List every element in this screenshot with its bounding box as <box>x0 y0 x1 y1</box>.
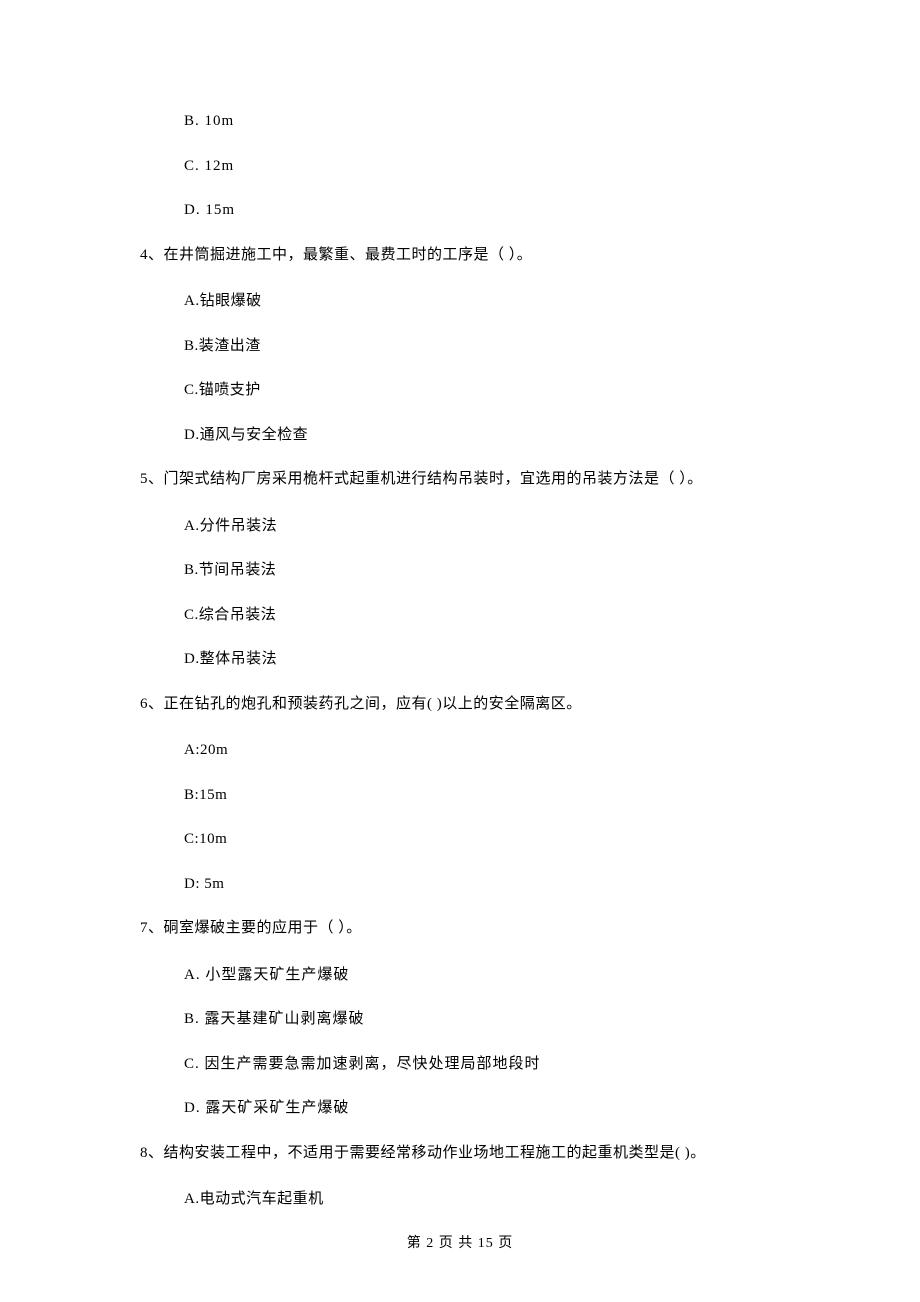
question-7: 7、硐室爆破主要的应用于（ ）。 <box>140 917 780 940</box>
option-6b: B:15m <box>184 784 780 807</box>
option-5b: B.节间吊装法 <box>184 559 780 582</box>
option-3c: C. 12m <box>184 155 780 178</box>
option-6d: D: 5m <box>184 873 780 896</box>
option-3d: D. 15m <box>184 199 780 222</box>
page-content: B. 10m C. 12m D. 15m 4、在井筒掘进施工中，最繁重、最费工时… <box>0 0 920 1211</box>
option-3b: B. 10m <box>184 110 780 133</box>
option-8a: A.电动式汽车起重机 <box>184 1188 780 1211</box>
option-5a: A.分件吊装法 <box>184 515 780 538</box>
option-7c: C. 因生产需要急需加速剥离，尽快处理局部地段时 <box>184 1053 780 1076</box>
option-6a: A:20m <box>184 739 780 762</box>
question-4: 4、在井筒掘进施工中，最繁重、最费工时的工序是（ ）。 <box>140 244 780 267</box>
question-8: 8、结构安装工程中，不适用于需要经常移动作业场地工程施工的起重机类型是( )。 <box>140 1142 780 1165</box>
option-4d: D.通风与安全检查 <box>184 424 780 447</box>
option-7d: D. 露天矿采矿生产爆破 <box>184 1097 780 1120</box>
option-4c: C.锚喷支护 <box>184 379 780 402</box>
option-4a: A.钻眼爆破 <box>184 290 780 313</box>
option-4b: B.装渣出渣 <box>184 335 780 358</box>
option-6c: C:10m <box>184 828 780 851</box>
option-7a: A. 小型露天矿生产爆破 <box>184 964 780 987</box>
option-5d: D.整体吊装法 <box>184 648 780 671</box>
page-footer: 第 2 页 共 15 页 <box>0 1233 920 1254</box>
question-5: 5、门架式结构厂房采用桅杆式起重机进行结构吊装时，宜选用的吊装方法是（ ）。 <box>140 468 780 491</box>
option-5c: C.综合吊装法 <box>184 604 780 627</box>
option-7b: B. 露天基建矿山剥离爆破 <box>184 1008 780 1031</box>
question-6: 6、正在钻孔的炮孔和预装药孔之间，应有( )以上的安全隔离区。 <box>140 693 780 716</box>
